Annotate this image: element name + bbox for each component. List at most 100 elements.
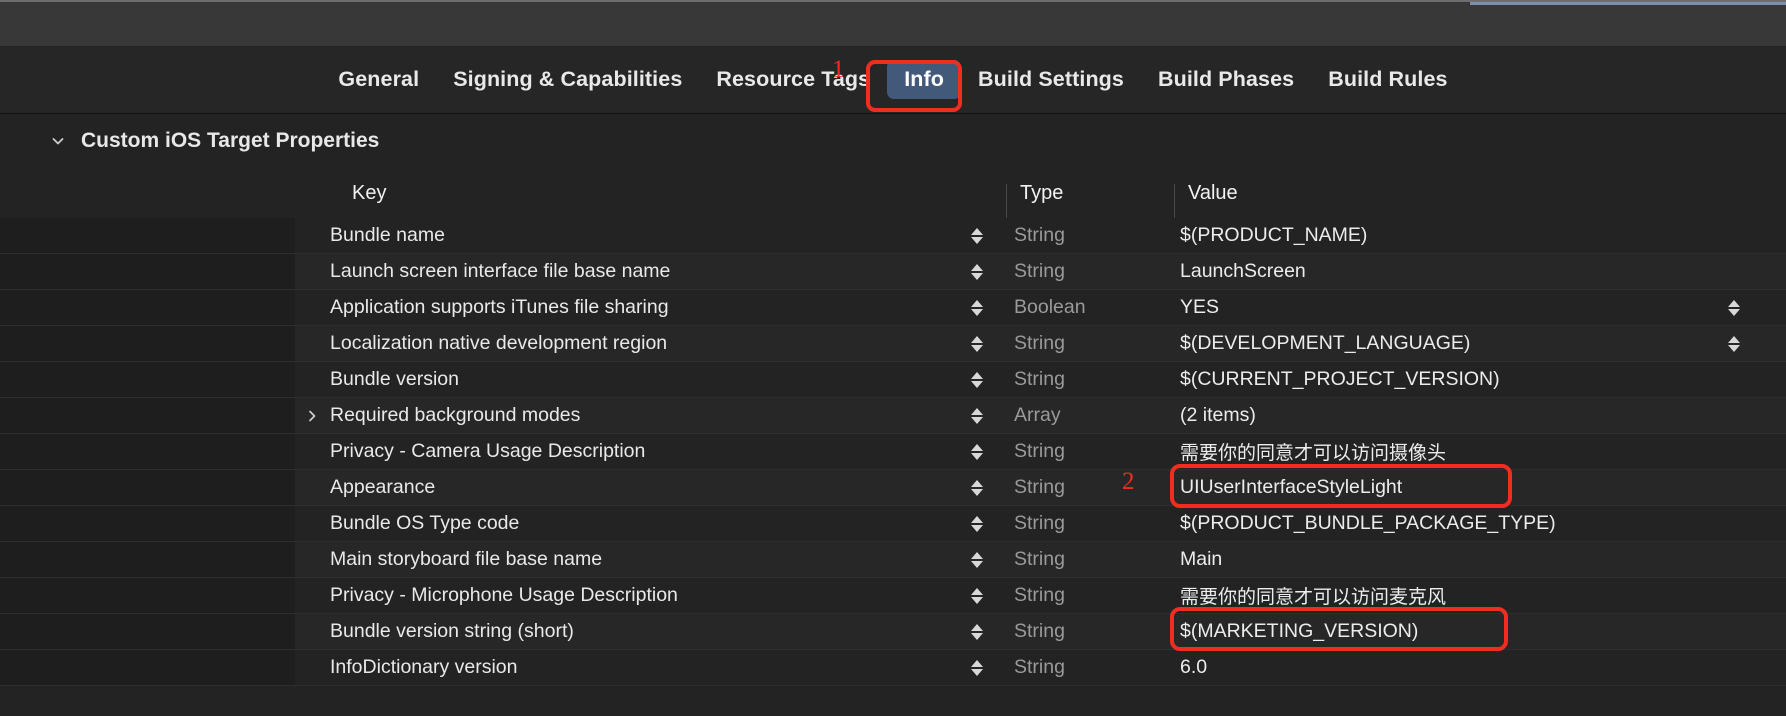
cell-type[interactable]: String — [1014, 506, 1065, 541]
top-strip-accent — [1470, 2, 1786, 5]
cell-value[interactable]: 需要你的同意才可以访问麦克风 — [1180, 578, 1446, 613]
tab-build-rules[interactable]: Build Rules — [1311, 60, 1464, 99]
tab-list: General Signing & Capabilities Resource Ta… — [0, 46, 1786, 113]
column-header-key[interactable]: Key — [352, 168, 386, 218]
cell-type[interactable]: Boolean — [1014, 290, 1086, 325]
table-row[interactable]: Main storyboard file base name String Main — [0, 542, 1786, 578]
cell-type[interactable]: String — [1014, 218, 1065, 253]
cell-key[interactable]: Bundle name — [330, 218, 445, 253]
table-body: Bundle name String $(PRODUCT_NAME) Launch s… — [0, 218, 1786, 686]
xcode-target-editor: General Signing & Capabilities Resource Ta… — [0, 0, 1786, 716]
cell-value[interactable]: UIUserInterfaceStyleLight — [1180, 470, 1402, 505]
cell-value[interactable]: (2 items) — [1180, 398, 1256, 433]
row-left-gutter — [0, 506, 295, 541]
cell-type[interactable]: String — [1014, 578, 1065, 613]
cell-key[interactable]: Privacy - Microphone Usage Description — [330, 578, 678, 613]
key-stepper-icon[interactable] — [968, 510, 986, 538]
key-stepper-icon[interactable] — [968, 474, 986, 502]
cell-value[interactable]: 6.0 — [1180, 650, 1207, 685]
cell-value[interactable]: 需要你的同意才可以访问摄像头 — [1180, 434, 1446, 469]
table-row[interactable]: InfoDictionary version String 6.0 — [0, 650, 1786, 686]
key-stepper-icon[interactable] — [968, 222, 986, 250]
info-plist-table: Key Type Value Bundle name String $(PRODUC… — [0, 168, 1786, 686]
section-title: Custom iOS Target Properties — [81, 129, 380, 152]
cell-type[interactable]: String — [1014, 470, 1065, 505]
key-stepper-icon[interactable] — [968, 618, 986, 646]
row-left-gutter — [0, 434, 295, 469]
chevron-right-icon[interactable] — [305, 398, 319, 433]
table-row[interactable]: Bundle OS Type code String $(PRODUCT_BUNDL… — [0, 506, 1786, 542]
cell-key[interactable]: Application supports iTunes file sharing — [330, 290, 669, 325]
cell-value[interactable]: $(MARKETING_VERSION) — [1180, 614, 1418, 649]
key-stepper-icon[interactable] — [968, 438, 986, 466]
cell-key[interactable]: Bundle OS Type code — [330, 506, 519, 541]
table-row[interactable]: Application supports iTunes file sharing… — [0, 290, 1786, 326]
row-left-gutter — [0, 578, 295, 613]
row-left-gutter — [0, 398, 295, 433]
cell-type[interactable]: String — [1014, 650, 1065, 685]
tab-general[interactable]: General — [321, 60, 436, 99]
chevron-down-icon[interactable] — [48, 131, 68, 151]
window-top-strip — [0, 0, 1786, 46]
row-left-gutter — [0, 470, 295, 505]
cell-type[interactable]: String — [1014, 362, 1065, 397]
value-stepper-icon[interactable] — [1725, 294, 1743, 322]
table-row[interactable]: Bundle version string (short) String $(MAR… — [0, 614, 1786, 650]
key-stepper-icon[interactable] — [968, 330, 986, 358]
row-left-gutter — [0, 218, 295, 253]
cell-key[interactable]: Privacy - Camera Usage Description — [330, 434, 645, 469]
key-stepper-icon[interactable] — [968, 366, 986, 394]
tab-info[interactable]: Info — [887, 60, 962, 99]
row-left-gutter — [0, 362, 295, 397]
cell-key[interactable]: InfoDictionary version — [330, 650, 518, 685]
column-header-value[interactable]: Value — [1178, 168, 1238, 218]
cell-key[interactable]: Localization native development region — [330, 326, 667, 361]
value-stepper-icon[interactable] — [1725, 330, 1743, 358]
cell-type[interactable]: String — [1014, 326, 1065, 361]
table-header-row: Key Type Value — [0, 168, 1786, 218]
cell-value[interactable]: $(DEVELOPMENT_LANGUAGE) — [1180, 326, 1470, 361]
table-row[interactable]: Bundle version String $(CURRENT_PROJECT_VE… — [0, 362, 1786, 398]
cell-value[interactable]: Main — [1180, 542, 1222, 577]
cell-key[interactable]: Required background modes — [330, 398, 580, 433]
cell-key[interactable]: Bundle version — [330, 362, 459, 397]
tab-build-settings[interactable]: Build Settings — [961, 60, 1141, 99]
cell-type[interactable]: String — [1014, 542, 1065, 577]
key-stepper-icon[interactable] — [968, 654, 986, 682]
key-stepper-icon[interactable] — [968, 258, 986, 286]
target-editor-tabbar: General Signing & Capabilities Resource Ta… — [0, 46, 1786, 114]
tab-signing-capabilities[interactable]: Signing & Capabilities — [436, 60, 699, 99]
table-row[interactable]: Required background modes Array (2 items) — [0, 398, 1786, 434]
cell-type[interactable]: String — [1014, 254, 1065, 289]
table-row[interactable]: Appearance String UIUserInterfaceStyleLigh… — [0, 470, 1786, 506]
column-header-type[interactable]: Type — [1010, 168, 1063, 218]
tab-resource-tags[interactable]: Resource Tags — [699, 60, 887, 99]
cell-type[interactable]: String — [1014, 434, 1065, 469]
table-row[interactable]: Privacy - Camera Usage Description String… — [0, 434, 1786, 470]
row-left-gutter — [0, 614, 295, 649]
cell-key[interactable]: Main storyboard file base name — [330, 542, 602, 577]
cell-key[interactable]: Appearance — [330, 470, 435, 505]
row-left-gutter — [0, 290, 295, 325]
key-stepper-icon[interactable] — [968, 294, 986, 322]
key-stepper-icon[interactable] — [968, 582, 986, 610]
cell-type[interactable]: String — [1014, 614, 1065, 649]
table-row[interactable]: Bundle name String $(PRODUCT_NAME) — [0, 218, 1786, 254]
table-row[interactable]: Launch screen interface file base name St… — [0, 254, 1786, 290]
cell-key[interactable]: Launch screen interface file base name — [330, 254, 670, 289]
cell-value[interactable]: $(PRODUCT_BUNDLE_PACKAGE_TYPE) — [1180, 506, 1556, 541]
cell-value[interactable]: $(CURRENT_PROJECT_VERSION) — [1180, 362, 1500, 397]
tab-build-phases[interactable]: Build Phases — [1141, 60, 1311, 99]
cell-value[interactable]: LaunchScreen — [1180, 254, 1306, 289]
section-header-custom-ios-target-properties[interactable]: Custom iOS Target Properties — [0, 114, 1786, 168]
row-left-gutter — [0, 254, 295, 289]
cell-value[interactable]: YES — [1180, 290, 1219, 325]
row-left-gutter — [0, 326, 295, 361]
cell-key[interactable]: Bundle version string (short) — [330, 614, 574, 649]
cell-type[interactable]: Array — [1014, 398, 1061, 433]
key-stepper-icon[interactable] — [968, 546, 986, 574]
table-row[interactable]: Localization native development region St… — [0, 326, 1786, 362]
key-stepper-icon[interactable] — [968, 402, 986, 430]
table-row[interactable]: Privacy - Microphone Usage Description St… — [0, 578, 1786, 614]
cell-value[interactable]: $(PRODUCT_NAME) — [1180, 218, 1367, 253]
